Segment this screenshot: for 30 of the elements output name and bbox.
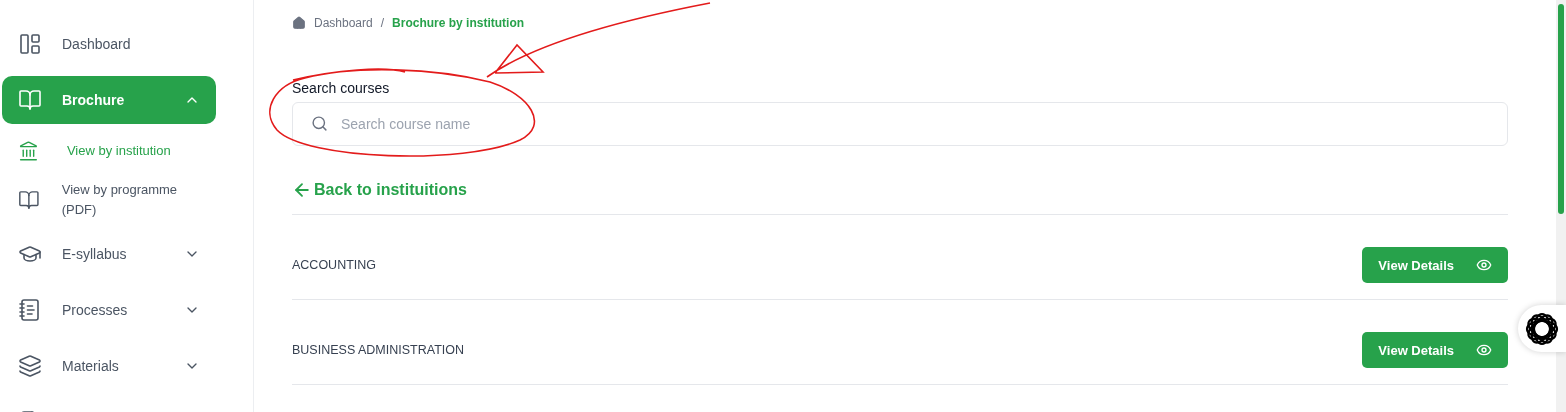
view-details-button[interactable]: View Details xyxy=(1362,332,1508,368)
search-field[interactable]: Search course name xyxy=(292,102,1508,146)
sidebar-item[interactable]: Materials xyxy=(2,338,216,394)
field-label: Search courses xyxy=(292,80,391,96)
eye-icon xyxy=(1476,342,1492,358)
course-name: ACCOUNTING xyxy=(292,258,377,272)
assistant-widget[interactable] xyxy=(1518,305,1566,352)
submenu-item[interactable]: View by programme (PDF) xyxy=(2,174,216,226)
course-name: BUSINESS ADMINISTRATION xyxy=(292,343,464,357)
bank-icon xyxy=(18,140,39,162)
sidebar-item[interactable]: Processes xyxy=(2,282,216,338)
flower-icon xyxy=(1524,310,1560,347)
layout-icon xyxy=(18,32,42,56)
eye-icon xyxy=(1476,257,1492,273)
breadcrumb-link[interactable]: Dashboard xyxy=(314,16,373,30)
book-icon xyxy=(18,88,42,112)
breadcrumb-separator: / xyxy=(380,16,385,30)
notebook-icon xyxy=(18,298,42,322)
search-icon xyxy=(311,115,328,132)
home-icon xyxy=(292,16,306,30)
sidebar-item[interactable]: Brochure xyxy=(2,76,216,124)
submenu-item[interactable]: View by institution xyxy=(2,128,216,174)
back-link[interactable]: Back to instituitions xyxy=(292,180,1508,200)
sidebar-item[interactable]: E-syllabus xyxy=(2,226,216,282)
layers-icon xyxy=(18,354,42,378)
view-details-button[interactable]: View Details xyxy=(1362,247,1508,283)
sidebar-item[interactable]: Dashboard xyxy=(2,16,216,72)
book-icon xyxy=(18,189,40,211)
breadcrumb-link[interactable]: Brochure by institution xyxy=(392,16,525,30)
scrollbar-thumb[interactable] xyxy=(1558,4,1564,214)
